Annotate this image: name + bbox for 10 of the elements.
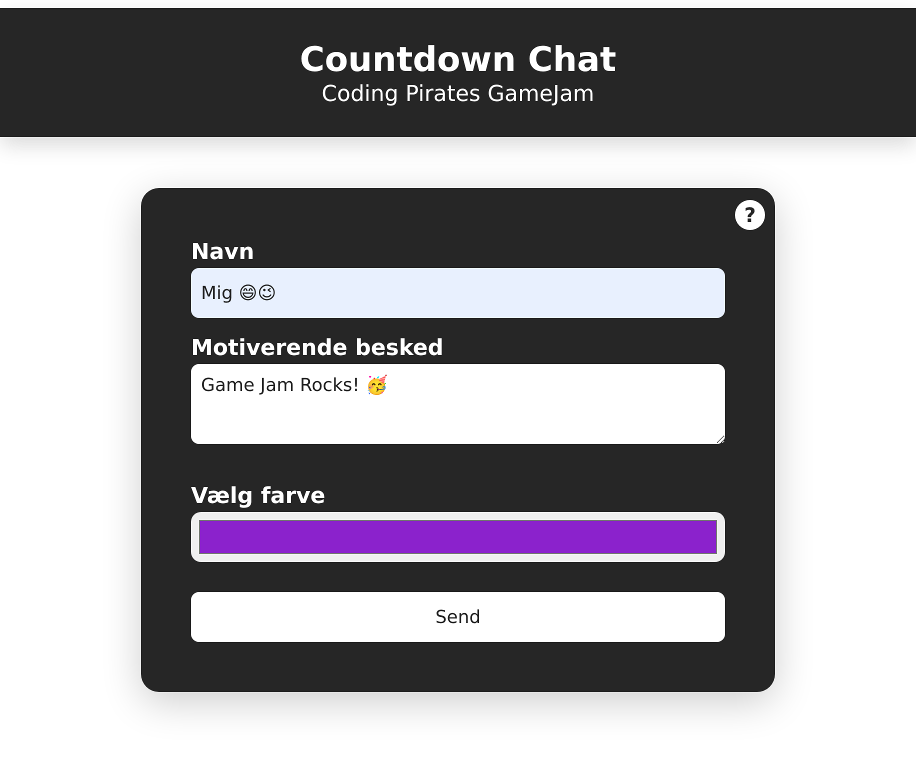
send-button[interactable]: Send (191, 592, 725, 642)
name-field[interactable]: Mig 😄😉 (191, 268, 725, 318)
color-label: Vælg farve (191, 484, 326, 509)
app-subtitle: Coding Pirates GameJam (322, 82, 594, 107)
help-button[interactable]: ? (735, 200, 765, 230)
color-picker[interactable] (191, 512, 725, 562)
name-label: Navn (191, 240, 256, 265)
app-title: Countdown Chat (300, 40, 616, 80)
message-field[interactable]: Game Jam Rocks! 🥳 (191, 364, 725, 444)
message-label: Motiverende besked (191, 336, 445, 361)
